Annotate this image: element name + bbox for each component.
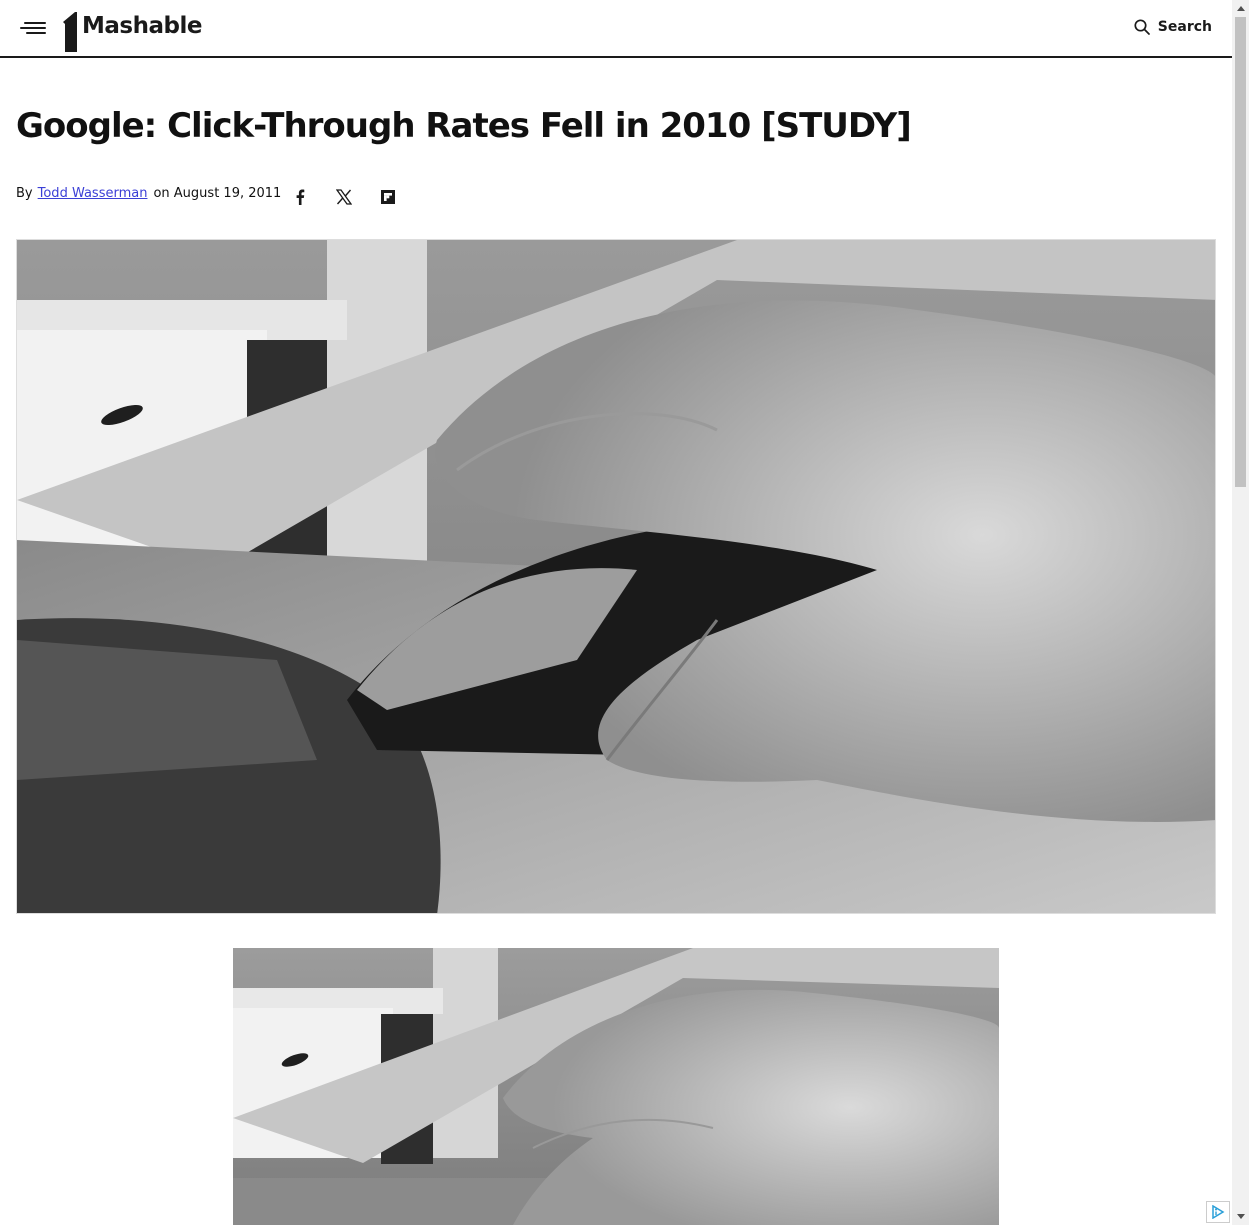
search-label: Search	[1157, 19, 1212, 35]
article-title: Google: Click-Through Rates Fell in 2010…	[16, 106, 912, 146]
byline-prefix: By	[16, 186, 33, 201]
scroll-up-icon[interactable]	[1232, 0, 1249, 17]
site-logo[interactable]: Mashable	[63, 12, 202, 54]
share-facebook-button[interactable]	[290, 187, 310, 207]
x-icon	[336, 189, 352, 205]
site-header: Mashable Search	[0, 0, 1232, 58]
logo-text: Mashable	[82, 13, 202, 39]
article-image	[233, 948, 999, 1225]
author-link[interactable]: Todd Wasserman	[38, 186, 148, 201]
share-x-button[interactable]	[334, 187, 354, 207]
scroll-down-icon[interactable]	[1232, 1208, 1249, 1225]
logo-mark-icon	[63, 12, 77, 52]
scroll-thumb[interactable]	[1235, 17, 1246, 487]
flipboard-icon	[381, 190, 395, 204]
vertical-scrollbar[interactable]	[1232, 0, 1249, 1225]
facebook-icon	[296, 189, 305, 205]
hand-on-mouse-photo-2	[233, 948, 999, 1225]
publish-date: on August 19, 2011	[153, 186, 282, 201]
search-icon	[1134, 19, 1150, 35]
byline: By Todd Wasserman on August 19, 2011	[16, 186, 281, 201]
hamburger-menu-icon[interactable]	[20, 20, 48, 38]
share-flipboard-button[interactable]	[378, 187, 398, 207]
hand-on-mouse-photo	[17, 240, 1215, 913]
hero-image	[16, 239, 1216, 914]
search-button[interactable]: Search	[1134, 19, 1212, 35]
adchoices-icon[interactable]	[1206, 1201, 1230, 1223]
